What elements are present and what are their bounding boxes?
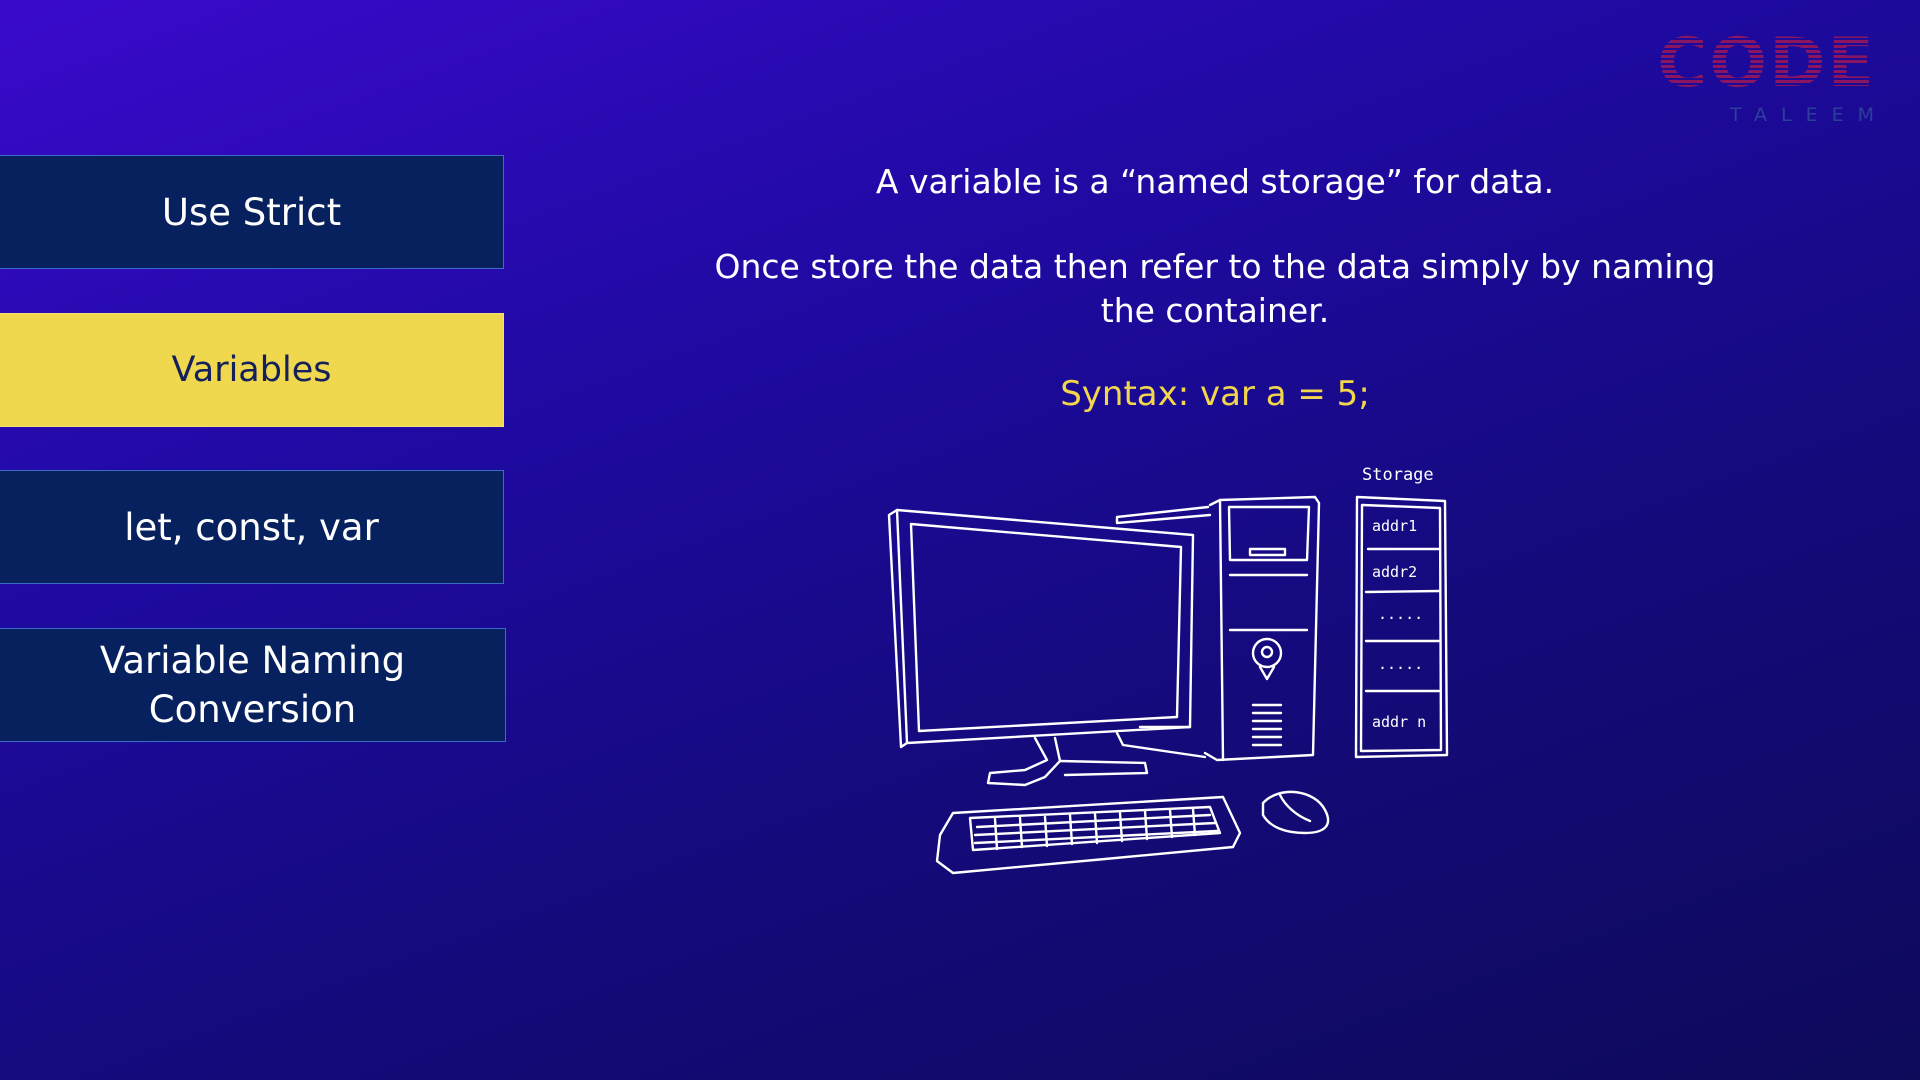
nav-item-label: Variables [171, 349, 332, 390]
nav-item-label: Use Strict [161, 190, 342, 234]
keyboard-icon [935, 795, 1242, 875]
logo-main-text: CODE [1657, 24, 1876, 103]
definition-text: A variable is a “named storage” for data… [875, 162, 1555, 201]
storage-title: Storage [1362, 465, 1434, 485]
computer-storage-illustration: Storage addr1 addr2 ..... ..... addr n [887, 465, 1449, 875]
explanation-text: Once store the data then refer to the da… [714, 247, 1716, 330]
logo-sub-text: TALEEM [1729, 104, 1888, 126]
storage-slot-4: ..... [1378, 655, 1423, 673]
syntax-text: Syntax: var a = 5; [1060, 374, 1370, 414]
monitor-icon [887, 508, 1195, 787]
code-taleem-logo: CODE TALEEM [1657, 24, 1876, 127]
nav-item-label: let, const, var [124, 505, 379, 549]
nav-item-label: Variable Naming Conversion [99, 639, 406, 731]
storage-slot-2: addr2 [1372, 563, 1417, 581]
nav-item-variables[interactable]: Variables [0, 313, 504, 427]
storage-slot-3: ..... [1378, 605, 1423, 623]
nav-item-let-const-var[interactable]: let, const, var [0, 470, 504, 584]
storage-slot-1: addr1 [1372, 517, 1417, 535]
nav-item-variable-naming[interactable]: Variable Naming Conversion [0, 628, 506, 742]
mouse-icon [1261, 790, 1330, 835]
computer-tower-icon [1115, 495, 1321, 762]
nav-item-use-strict[interactable]: Use Strict [0, 155, 504, 269]
storage-slot-5: addr n [1372, 713, 1426, 731]
